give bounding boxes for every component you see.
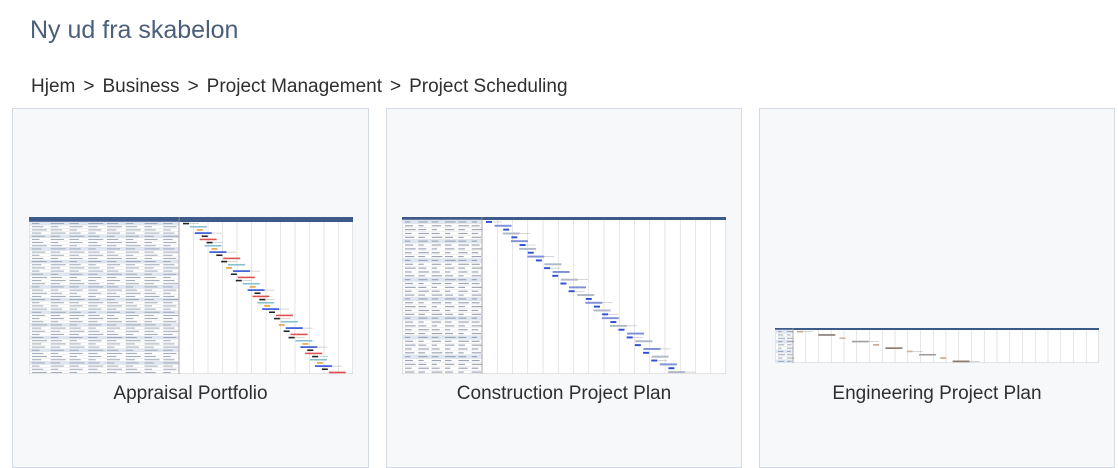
template-card-construction-project-plan[interactable]: Construction Project Plan xyxy=(386,108,742,468)
breadcrumb-project-scheduling[interactable]: Project Scheduling xyxy=(409,76,567,97)
template-label: Engineering Project Plan xyxy=(832,383,1042,404)
template-thumbnail xyxy=(29,217,353,374)
breadcrumb-separator: > xyxy=(187,76,199,97)
breadcrumb: Hjem > Business > Project Management > Project… xyxy=(31,76,568,98)
breadcrumb-project-management[interactable]: Project Management xyxy=(207,76,382,97)
breadcrumb-separator: > xyxy=(83,76,95,97)
template-label: Appraisal Portfolio xyxy=(113,383,268,404)
template-card-appraisal-portfolio[interactable]: Appraisal Portfolio xyxy=(12,108,369,468)
template-card-engineering-project-plan[interactable]: Engineering Project Plan xyxy=(759,108,1115,468)
page-title: Ny ud fra skabelon xyxy=(30,16,239,44)
template-thumbnail xyxy=(402,217,726,374)
breadcrumb-separator: > xyxy=(390,76,402,97)
template-label: Construction Project Plan xyxy=(456,383,672,404)
template-thumbnail xyxy=(775,328,1099,363)
breadcrumb-business[interactable]: Business xyxy=(102,76,179,97)
breadcrumb-home[interactable]: Hjem xyxy=(31,76,75,97)
